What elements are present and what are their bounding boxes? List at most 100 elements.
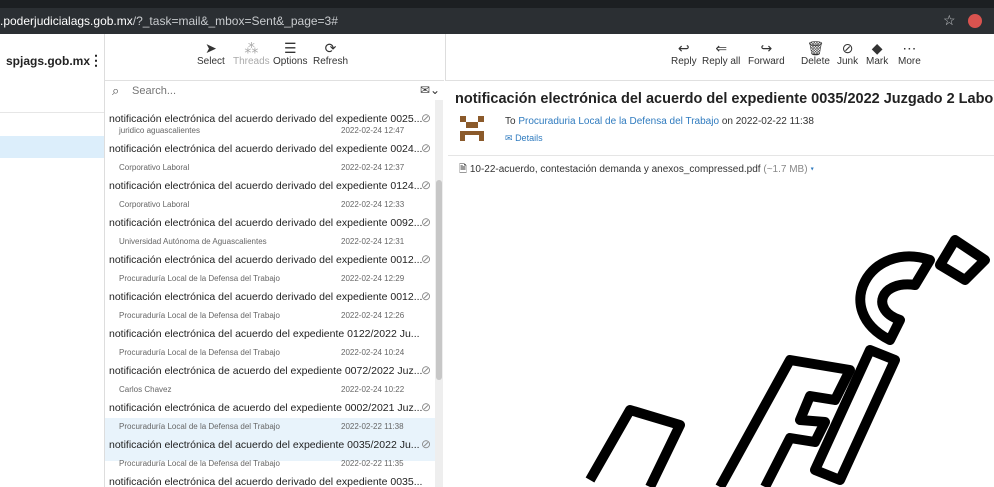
chevron-down-icon[interactable]: ▾ <box>810 164 814 175</box>
delete-button[interactable]: 🗑 Delete <box>801 40 830 67</box>
attachment-icon: ⊘ <box>421 178 432 192</box>
reply-button[interactable]: ↩ Reply <box>671 40 697 67</box>
attachment-icon: ⊘ <box>421 363 432 377</box>
message-subject: notificación electrónica del acuerdo del… <box>109 328 420 340</box>
sidebar-divider <box>0 112 104 113</box>
to-prefix: To <box>505 116 516 127</box>
message-from: Procuraduría Local de la Defensa del Tra… <box>119 459 280 468</box>
message-date: 2022-02-22 11:38 <box>341 422 404 431</box>
message-subject: notificación electrónica de acuerdo del … <box>109 402 423 414</box>
message-list: notificación electrónica del acuerdo der… <box>105 100 435 487</box>
message-subject-heading: notificación electrónica del acuerdo del… <box>455 91 994 107</box>
message-subject: notificación electrónica del acuerdo der… <box>109 180 423 192</box>
attachment-icon: ⊘ <box>421 437 432 451</box>
reply-all-button[interactable]: ⇐ Reply all <box>702 40 740 67</box>
message-date: 2022-02-24 12:26 <box>341 311 405 320</box>
refresh-label: Refresh <box>313 56 349 67</box>
junk-icon: ⊘ <box>841 40 854 56</box>
browser-top-strip <box>0 0 994 8</box>
options-button[interactable]: ☰ Options <box>273 40 307 67</box>
refresh-icon: ⟳ <box>324 40 337 56</box>
message-recipient-line: To Procuraduria Local de la Defensa del … <box>505 116 814 127</box>
envelope-icon: ✉ <box>505 133 513 143</box>
attachment-icon: ⊘ <box>421 252 432 266</box>
envelope-dropdown-icon[interactable]: ✉⌄ <box>420 83 440 97</box>
mark-button[interactable]: ◆ Mark <box>866 40 888 67</box>
message-from: juridico aguascalientes <box>119 126 200 135</box>
url-path: /?_task=mail&_mbox=Sent&_page=3# <box>132 14 338 28</box>
folder-sidebar: spjags.gob.mx ⋮ <box>0 34 105 487</box>
threads-icon: ⁂ <box>244 40 259 56</box>
attachment-divider <box>448 155 994 156</box>
list-item[interactable]: Procuraduría Local de la Defensa del Tra… <box>105 455 435 487</box>
account-domain: spjags.gob.mx <box>6 54 91 68</box>
message-from: Universidad Autónoma de Aguascalientes <box>119 237 267 246</box>
browser-address-bar[interactable]: .poderjudicialags.gob.mx/?_task=mail&_mb… <box>0 8 994 34</box>
message-date: 2022-02-24 10:24 <box>341 348 405 357</box>
search-input[interactable] <box>130 82 404 100</box>
reply-all-icon: ⇐ <box>715 40 728 56</box>
message-date: 2022-02-24 10:22 <box>341 385 405 394</box>
mark-label: Mark <box>866 56 889 67</box>
message-date: 2022-02-24 12:31 <box>341 237 405 246</box>
sender-avatar-icon <box>457 113 487 143</box>
message-subject: notificación electrónica del acuerdo der… <box>109 476 423 487</box>
attachment-item[interactable]: 🗎 10-22-acuerdo, contestación demanda y … <box>459 162 814 179</box>
search-icon[interactable]: ⌕ <box>112 83 119 99</box>
message-subject: notificación electrónica de acuerdo del … <box>109 365 423 377</box>
attachment-icon: ⊘ <box>421 141 432 155</box>
attachment-size: (~1.7 MB) <box>763 164 808 175</box>
more-icon: ⋯ <box>902 40 917 56</box>
more-button[interactable]: ⋯ More <box>898 40 921 67</box>
options-icon: ☰ <box>283 40 297 56</box>
select-label: Select <box>197 56 225 67</box>
message-date: 2022-02-24 12:47 <box>341 126 405 135</box>
bookmark-star-icon[interactable]: ☆ <box>943 12 956 29</box>
message-from: Corporativo Laboral <box>119 200 190 209</box>
url-domain: .poderjudicialags.gob.mx <box>0 14 133 28</box>
details-label: Details <box>515 133 543 143</box>
more-label: More <box>898 56 921 67</box>
select-button[interactable]: ➤ Select <box>197 40 225 67</box>
recipient-link[interactable]: Procuraduria Local de la Defensa del Tra… <box>518 116 719 127</box>
message-from: Carlos Chavez <box>119 385 172 394</box>
cursor-icon: ➤ <box>205 40 217 56</box>
url-text[interactable]: .poderjudicialags.gob.mx/?_task=mail&_mb… <box>0 14 338 28</box>
sidebar-item-sent[interactable] <box>0 136 104 158</box>
message-toolbar: ↩ Reply ⇐ Reply all ↪ Forward 🗑 Delete ⊘ Junk… <box>445 34 994 81</box>
message-list-scrollbar[interactable] <box>435 100 443 487</box>
attachment-name: 10-22-acuerdo, contestación demanda y an… <box>469 164 761 175</box>
list-toolbar: ➤ Select ⁂ Threads ☰ Options ⟳ Refresh <box>105 34 444 81</box>
kebab-menu-icon[interactable]: ⋮ <box>89 52 103 69</box>
sent-date: on 2022-02-22 11:38 <box>721 116 814 127</box>
forward-button[interactable]: ↪ Forward <box>748 40 785 67</box>
message-from: Corporativo Laboral <box>119 163 190 172</box>
message-date: 2022-02-24 12:33 <box>341 200 405 209</box>
delete-label: Delete <box>801 56 830 67</box>
message-date: 2022-02-24 12:29 <box>341 274 405 283</box>
details-toggle[interactable]: ✉ Details <box>505 133 543 144</box>
message-subject: notificación electrónica del acuerdo der… <box>109 254 423 266</box>
message-from: Procuraduría Local de la Defensa del Tra… <box>119 422 280 431</box>
scrollbar-thumb[interactable] <box>436 180 442 380</box>
forward-icon: ↪ <box>760 40 773 56</box>
attachment-icon: ⊘ <box>421 289 432 303</box>
threads-button[interactable]: ⁂ Threads <box>233 40 270 67</box>
refresh-button[interactable]: ⟳ Refresh <box>313 40 348 67</box>
threads-label: Threads <box>233 56 270 67</box>
extension-icon[interactable] <box>968 14 982 28</box>
junk-button[interactable]: ⊘ Junk <box>837 40 858 67</box>
reply-label: Reply <box>671 56 697 67</box>
message-subject: notificación electrónica del acuerdo der… <box>109 217 423 229</box>
message-subject: notificación electrónica del acuerdo del… <box>109 439 420 451</box>
pdf-icon: 🗎 <box>459 164 468 175</box>
reply-icon: ↩ <box>677 40 690 56</box>
oficio-watermark <box>585 235 990 487</box>
message-from: Procuraduría Local de la Defensa del Tra… <box>119 348 280 357</box>
junk-label: Junk <box>837 56 859 67</box>
tag-icon: ◆ <box>871 40 883 56</box>
message-subject: notificación electrónica del acuerdo der… <box>109 291 423 303</box>
attachment-icon: ⊘ <box>421 400 432 414</box>
forward-label: Forward <box>748 56 785 67</box>
message-subject: notificación electrónica del acuerdo der… <box>109 143 423 155</box>
